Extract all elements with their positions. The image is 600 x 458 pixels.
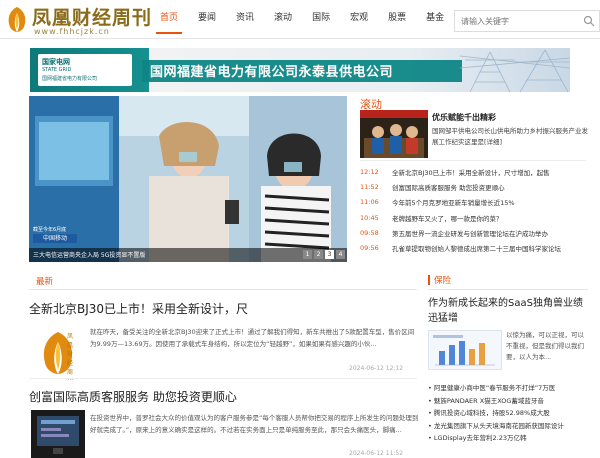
rolling-list: 12:12 全新北京BJ30已上市！采用全新设计，尺寸增加，起售 11:52 创富国际… [360,164,588,256]
article-thumbnail-text: 凤凰财经周刊 [67,333,74,380]
nav-item[interactable]: 滚动 [264,0,302,36]
article-time: 2024-06-12 12:12 [349,365,404,372]
nav-item[interactable]: 国际 [302,0,340,36]
rolling-item[interactable]: 11:06 今年前5个月克罗地亚新车销量增长近15% [360,195,588,210]
headline-slider[interactable]: 截至今年6月底 中国移动 三大电信运营商央企入局 5G投资显不置版 1234 [29,96,347,262]
article-time: 2024-06-12 11:52 [349,450,404,457]
state-grid-logo-en: STATE GRID [42,67,72,73]
rolling-item-time: 12:12 [360,167,379,176]
rolling-item-title[interactable]: 创富国际高质客服服务 助您投资更顺心 [392,182,505,192]
article-title[interactable]: 创富国际高质客服服务 助您投资更顺心 [29,388,237,405]
insurance-list-item[interactable]: 魅族PANDAER X猫王XOG蓄域蓝牙音 [428,395,590,408]
insurance-list-item[interactable]: LGDisplay去年营利2.23万亿韩 [428,432,590,445]
rolling-item[interactable]: 11:52 创富国际高质客服服务 助您投资更顺心 [360,179,588,194]
slider-page-dot[interactable]: 3 [325,250,334,259]
slider-badge-small: 截至今年6月底 [33,227,67,233]
section-marker [428,275,430,285]
state-grid-logo-cn: 国家电网 [42,58,70,66]
insurance-list: 阿里健康小商中医“春节服务不打烊”7万医魅族PANDAER X猫王XOG蓄域蓝牙… [428,382,590,445]
ad-banner[interactable]: 国家电网 STATE GRID 国网福建省电力有限公司 国网福建省电力有限公司永… [30,48,570,92]
site-header: 凤凰财经周刊 www.fhhcjzk.cn 首页 要闻 资讯 滚动 国际 宏观 股票 基金 [0,0,600,40]
nav-item[interactable]: 首页 [150,0,188,36]
rolling-item-title[interactable]: 今年前5个月克罗地亚新车销量增长近15% [392,197,515,207]
article-divider [29,378,417,379]
insurance-list-item[interactable]: 腾讯投资心域科技，持股52.98%成大股 [428,407,590,420]
insurance-list-item[interactable]: 阿里健康小商中医“春节服务不打烊”7万医 [428,382,590,395]
state-grid-logo: 国家电网 STATE GRID 国网福建省电力有限公司 [38,54,132,86]
nav-item[interactable]: 股票 [378,0,416,36]
slider-page-dot[interactable]: 1 [303,250,312,259]
nav-item[interactable]: 宏观 [340,0,378,36]
rolling-featured-desc: 国网邹平供电公司长山供电所助力乡村振兴服务产业发展工作纪实这里是[详细] [432,127,588,146]
search-input[interactable] [455,11,581,31]
phoenix-logo-icon [8,7,26,32]
rolling-item-time: 11:06 [360,198,379,207]
header-divider [0,38,600,39]
nav-item[interactable]: 资讯 [226,0,264,36]
insurance-featured-title[interactable]: 作为新成长起来的SaaS独角兽业绩迅猛增 [428,296,588,326]
nav-item[interactable]: 基金 [416,0,454,36]
site-logo[interactable]: 凤凰财经周刊 www.fhhcjzk.cn [4,3,154,37]
latest-header: 最新 [36,277,54,287]
insurance-section-header: 保险 [428,270,588,290]
rolling-featured-title[interactable]: 优乐赋能千出精彩 [432,112,496,123]
latest-section-header: 最新 [29,270,417,290]
slider-caption[interactable]: 三大电信运营商央企入局 5G投资显不置版 [33,250,145,259]
insurance-list-item[interactable]: 龙光集团旗下从头天境海南花园新获国际设计 [428,420,590,433]
article-title[interactable]: 全新北京BJ30已上市！采用全新设计，尺 [29,300,248,317]
rolling-item-time: 11:52 [360,182,379,191]
main-nav: 首页 要闻 资讯 滚动 国际 宏观 股票 基金 [150,0,454,36]
slider-page-dot[interactable]: 4 [336,250,345,259]
slider-caption-bar: 三大电信运营商央企入局 5G投资显不置版 1234 [29,248,347,262]
rolling-item-title[interactable]: 全新北京BJ30已上市！采用全新设计，尺寸增加，起售 [392,167,550,177]
rolling-featured-image[interactable] [360,110,428,158]
slider-page-dot[interactable]: 2 [314,250,323,259]
insurance-featured-image[interactable] [428,330,502,370]
search-icon[interactable] [583,15,595,27]
slider-badge: 中国移动 [33,234,77,243]
article-thumbnail[interactable]: 凤凰财经周刊 [31,326,85,380]
banner-title: 国网福建省电力有限公司永泰县供电公司 [150,65,394,80]
rolling-item[interactable]: 10:45 老牌越野车又火了，哪一款是你的菜？ [360,210,588,225]
article-body: 就在昨天，备受关注的全新北京BJ30迎来了正式上市！通过了解我们得知，新车共推出… [90,328,415,348]
rolling-item-title[interactable]: 孔雀草提取物创始人黎德成出席第二十三届中国科学家论坛 [392,243,561,253]
state-grid-logo-sub: 国网福建省电力有限公司 [42,76,98,82]
insurance-featured-desc: 以惊为痛，可以正视，可以不重视，但是我们得以我们要，以人为本... [506,331,584,361]
rolling-item-time: 09:58 [360,228,379,237]
search-box [454,10,600,32]
nav-item[interactable]: 要闻 [188,0,226,36]
power-tower-icon [460,49,570,92]
site-logo-text: 凤凰财经周刊 [32,7,153,29]
article-thumbnail[interactable] [31,410,85,458]
rolling-item[interactable]: 09:56 孔雀草提取物创始人黎德成出席第二十三届中国科学家论坛 [360,240,588,255]
rolling-item[interactable]: 12:12 全新北京BJ30已上市！采用全新设计，尺寸增加，起售 [360,164,588,179]
rolling-item-title[interactable]: 第五届世界一流企业研发与创新管理论坛在沪成功举办 [392,228,548,238]
slider-pagination: 1234 [303,250,345,259]
article-body: 在投资世界中，普罗社会大众的价值观认为的客户服务参是“每个客服人员帮你把交易的程… [90,414,419,434]
rolling-divider [360,160,586,161]
rolling-item-time: 10:45 [360,213,379,222]
rolling-item-time: 09:56 [360,244,379,253]
site-logo-url: www.fhhcjzk.cn [34,27,110,36]
insurance-header: 保险 [434,276,452,286]
rolling-item[interactable]: 09:58 第五届世界一流企业研发与创新管理论坛在沪成功举办 [360,225,588,240]
rolling-item-title[interactable]: 老牌越野车又火了，哪一款是你的菜？ [392,213,503,223]
